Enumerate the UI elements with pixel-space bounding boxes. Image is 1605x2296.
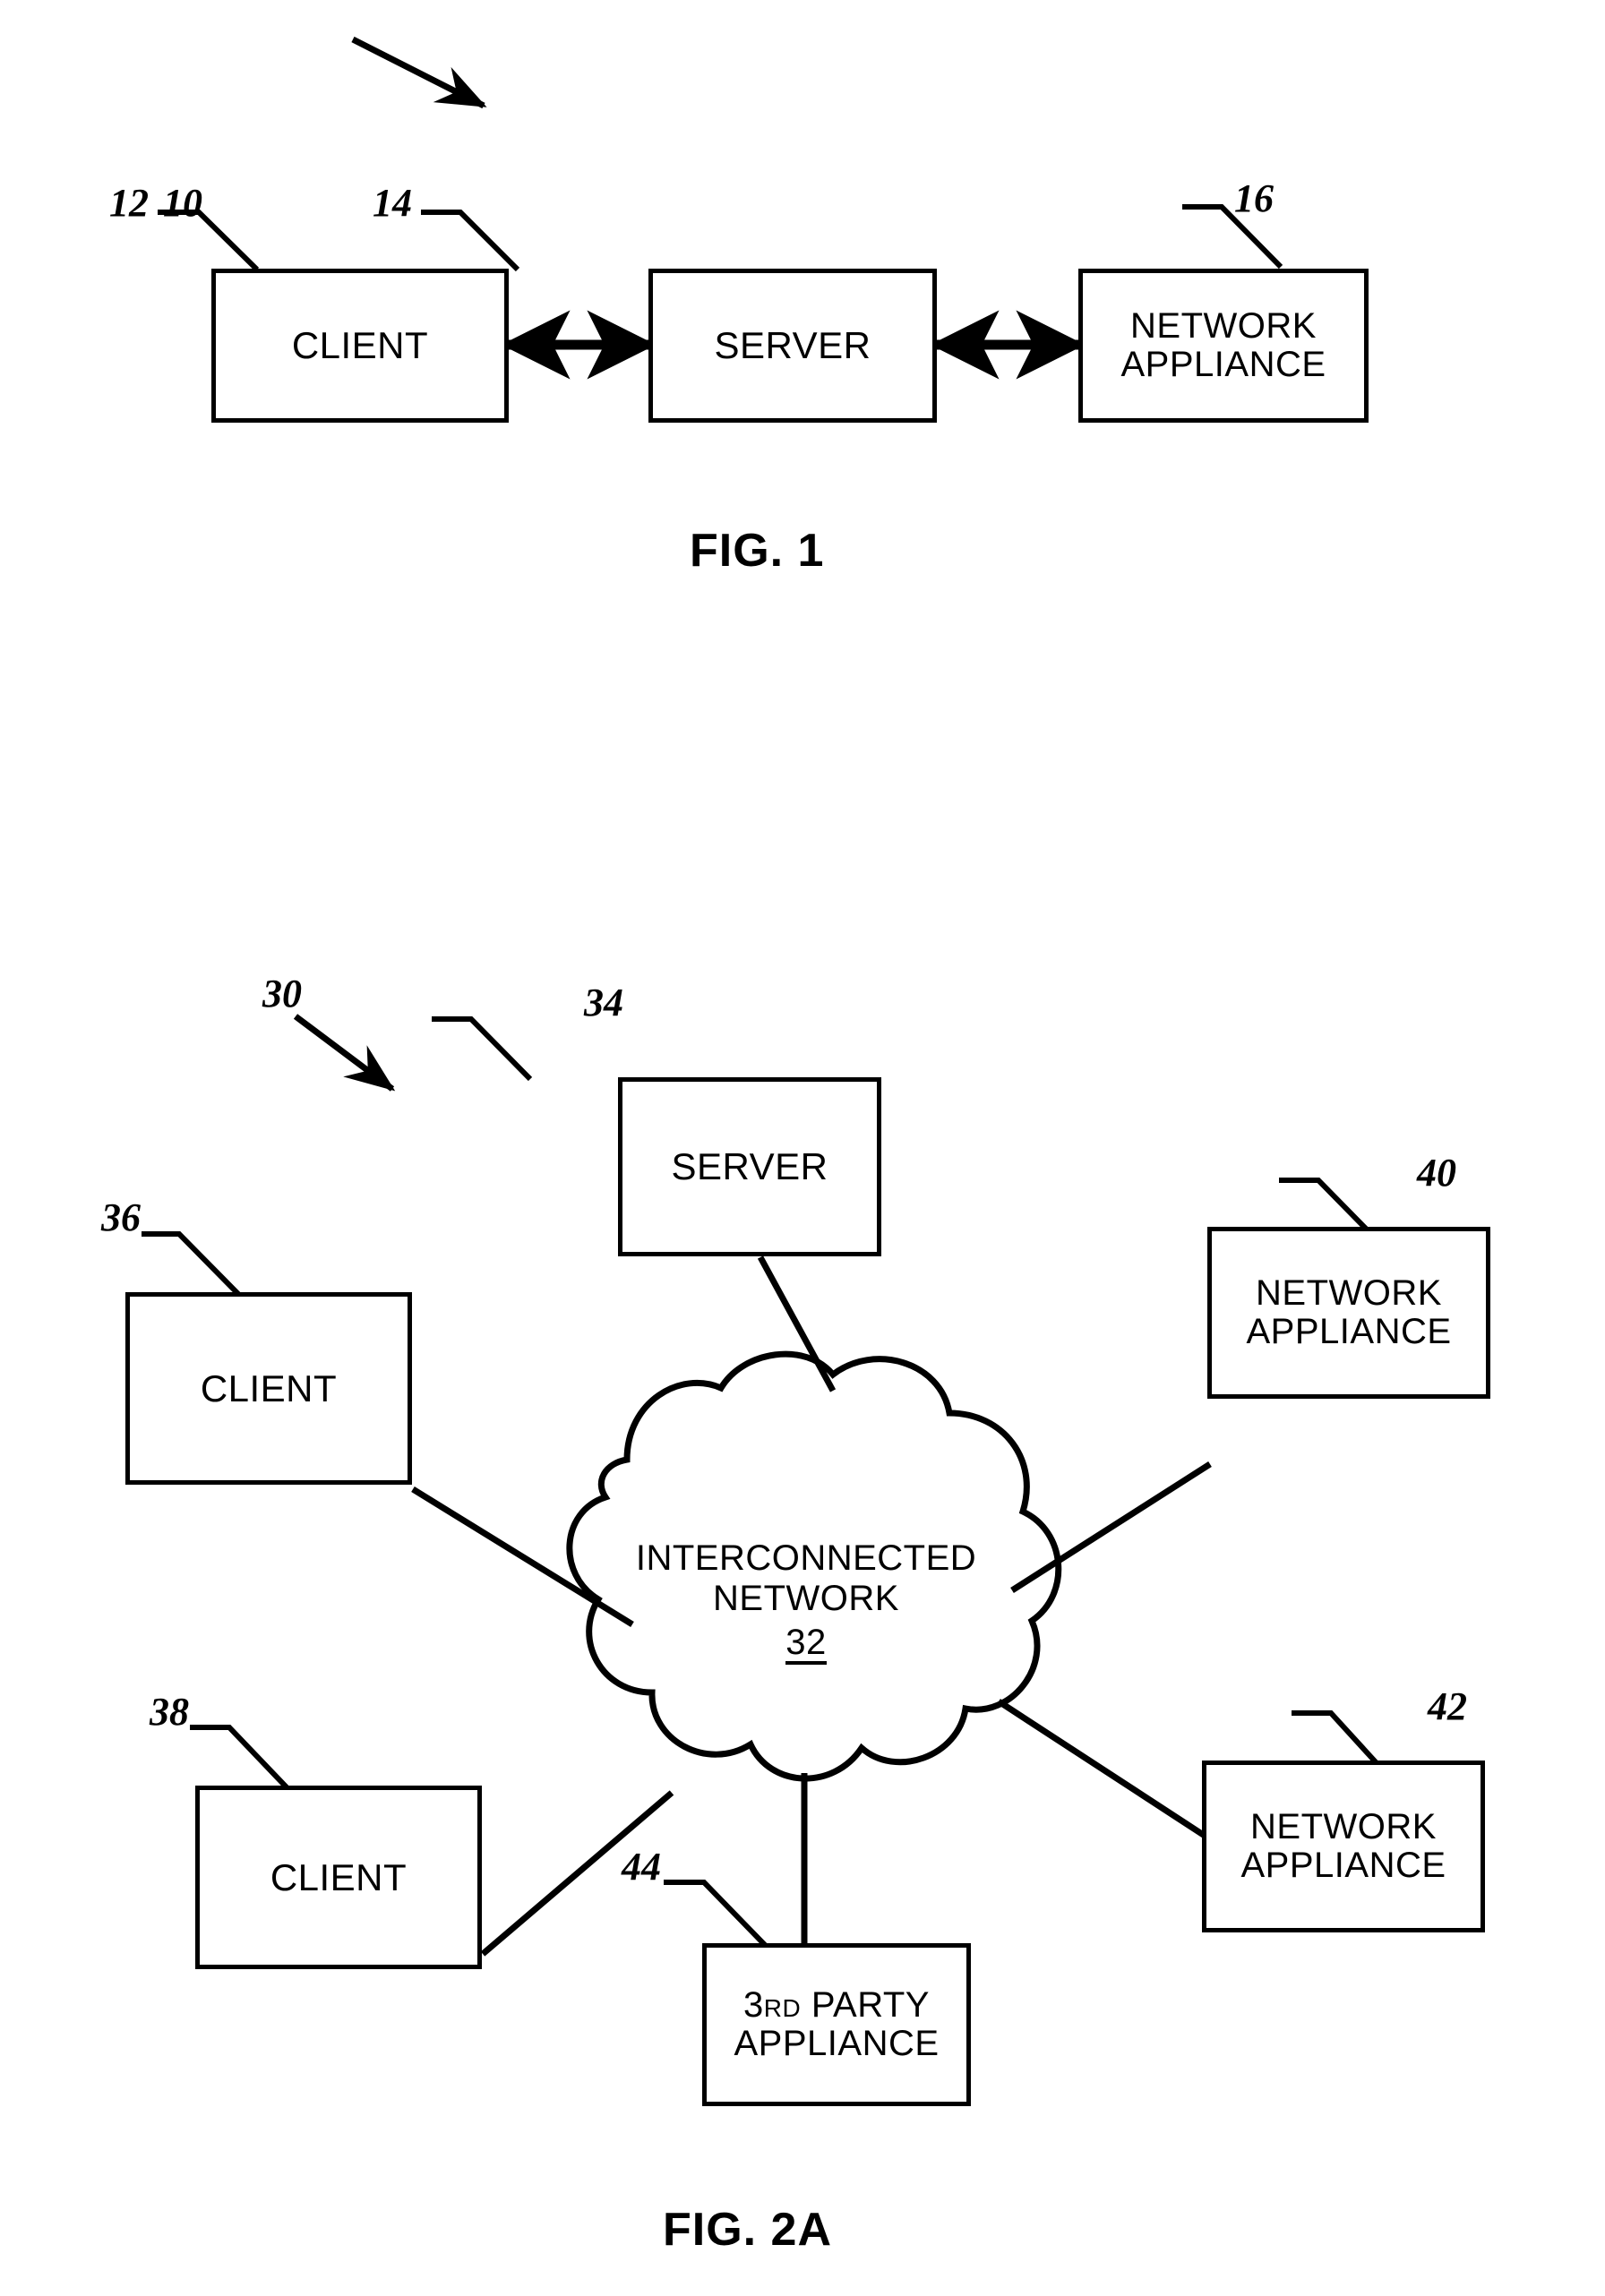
ref-numeral-34: 34 — [584, 981, 623, 1024]
fig2a-assembly-leader-30 — [293, 1014, 396, 1092]
fig2a-spoke-server-34 — [757, 1255, 837, 1392]
fig2a-network-appliance-bottom-label-line1: NETWORK — [1250, 1806, 1437, 1846]
fig2a-third-party-appliance-box: 3RD PARTY APPLIANCE — [702, 1943, 971, 2106]
fig2a-client-top-label: CLIENT — [200, 1366, 338, 1409]
fig1-client-box: CLIENT — [211, 269, 509, 423]
fig1-leader-14 — [421, 210, 520, 272]
fig1-network-appliance-label-line1: NETWORK — [1130, 305, 1317, 346]
fig1-assembly-leader-10 — [351, 36, 487, 109]
ref-numeral-12: 12 — [109, 181, 149, 225]
fig2a-client-bottom-label: CLIENT — [270, 1855, 408, 1898]
fig2a-spoke-appliance-42 — [997, 1699, 1206, 1838]
fig1-server-box: SERVER — [648, 269, 937, 423]
ref-numeral-44: 44 — [622, 1845, 661, 1889]
fig2a-network-appliance-top-box: NETWORK APPLIANCE — [1207, 1227, 1490, 1399]
third-party-word-party: PARTY — [801, 1984, 930, 2025]
fig2a-leader-44 — [664, 1880, 768, 1948]
fig2a-network-appliance-top-label-line1: NETWORK — [1256, 1272, 1442, 1313]
ref-numeral-38: 38 — [150, 1690, 189, 1734]
fig2a-client-top-box: CLIENT — [125, 1292, 412, 1485]
fig2a-leader-40 — [1279, 1178, 1369, 1231]
interconnected-network-cloud-label: INTERCONNECTED NETWORK 32 — [591, 1538, 1021, 1665]
fig1-network-appliance-label-line2: APPLIANCE — [1120, 345, 1326, 384]
ref-numeral-36: 36 — [101, 1195, 141, 1239]
fig2a-spoke-appliance-40 — [1010, 1461, 1212, 1593]
fig1-network-appliance-box: NETWORK APPLIANCE — [1078, 269, 1369, 423]
ref-numeral-10: 10 — [163, 181, 202, 225]
fig2a-leader-38 — [190, 1725, 289, 1790]
fig2a-leader-42 — [1292, 1710, 1380, 1767]
ref-numeral-42: 42 — [1428, 1684, 1467, 1728]
ref-numeral-40: 40 — [1417, 1151, 1456, 1195]
fig1-client-label: CLIENT — [291, 324, 429, 367]
third-party-ordinal-suffix: RD — [763, 1993, 802, 2022]
third-party-digit: 3 — [743, 1984, 764, 2025]
cloud-ref-numeral-32: 32 — [785, 1624, 827, 1665]
cloud-label-line2: NETWORK — [713, 1578, 899, 1618]
fig2a-network-appliance-bottom-box: NETWORK APPLIANCE — [1202, 1761, 1485, 1932]
ref-numeral-30: 30 — [262, 972, 302, 1015]
fig2a-third-party-appliance-label-line2: APPLIANCE — [734, 2024, 940, 2063]
fig2a-leader-36 — [142, 1231, 241, 1297]
fig2a-third-party-appliance-label-line1: 3RD PARTY — [743, 1984, 930, 2025]
cloud-label-line1: INTERCONNECTED — [635, 1538, 977, 1578]
fig1-caption: FIG. 1 — [690, 525, 825, 577]
fig2a-network-appliance-bottom-label-line2: APPLIANCE — [1240, 1846, 1446, 1885]
fig2a-client-bottom-box: CLIENT — [195, 1786, 482, 1969]
patent-drawing-sheet: 10 12 14 16 CLIENT SERVER NETWORK APPLIA… — [0, 0, 1605, 2296]
fig2a-server-label: SERVER — [671, 1145, 828, 1188]
fig2a-leader-34 — [432, 1016, 533, 1082]
fig2a-server-box: SERVER — [618, 1077, 881, 1256]
fig1-server-label: SERVER — [714, 324, 871, 367]
ref-numeral-14: 14 — [373, 181, 412, 225]
ref-numeral-16: 16 — [1234, 176, 1274, 220]
fig2a-network-appliance-top-label-line2: APPLIANCE — [1246, 1312, 1452, 1351]
fig2a-caption: FIG. 2A — [663, 2204, 833, 2256]
